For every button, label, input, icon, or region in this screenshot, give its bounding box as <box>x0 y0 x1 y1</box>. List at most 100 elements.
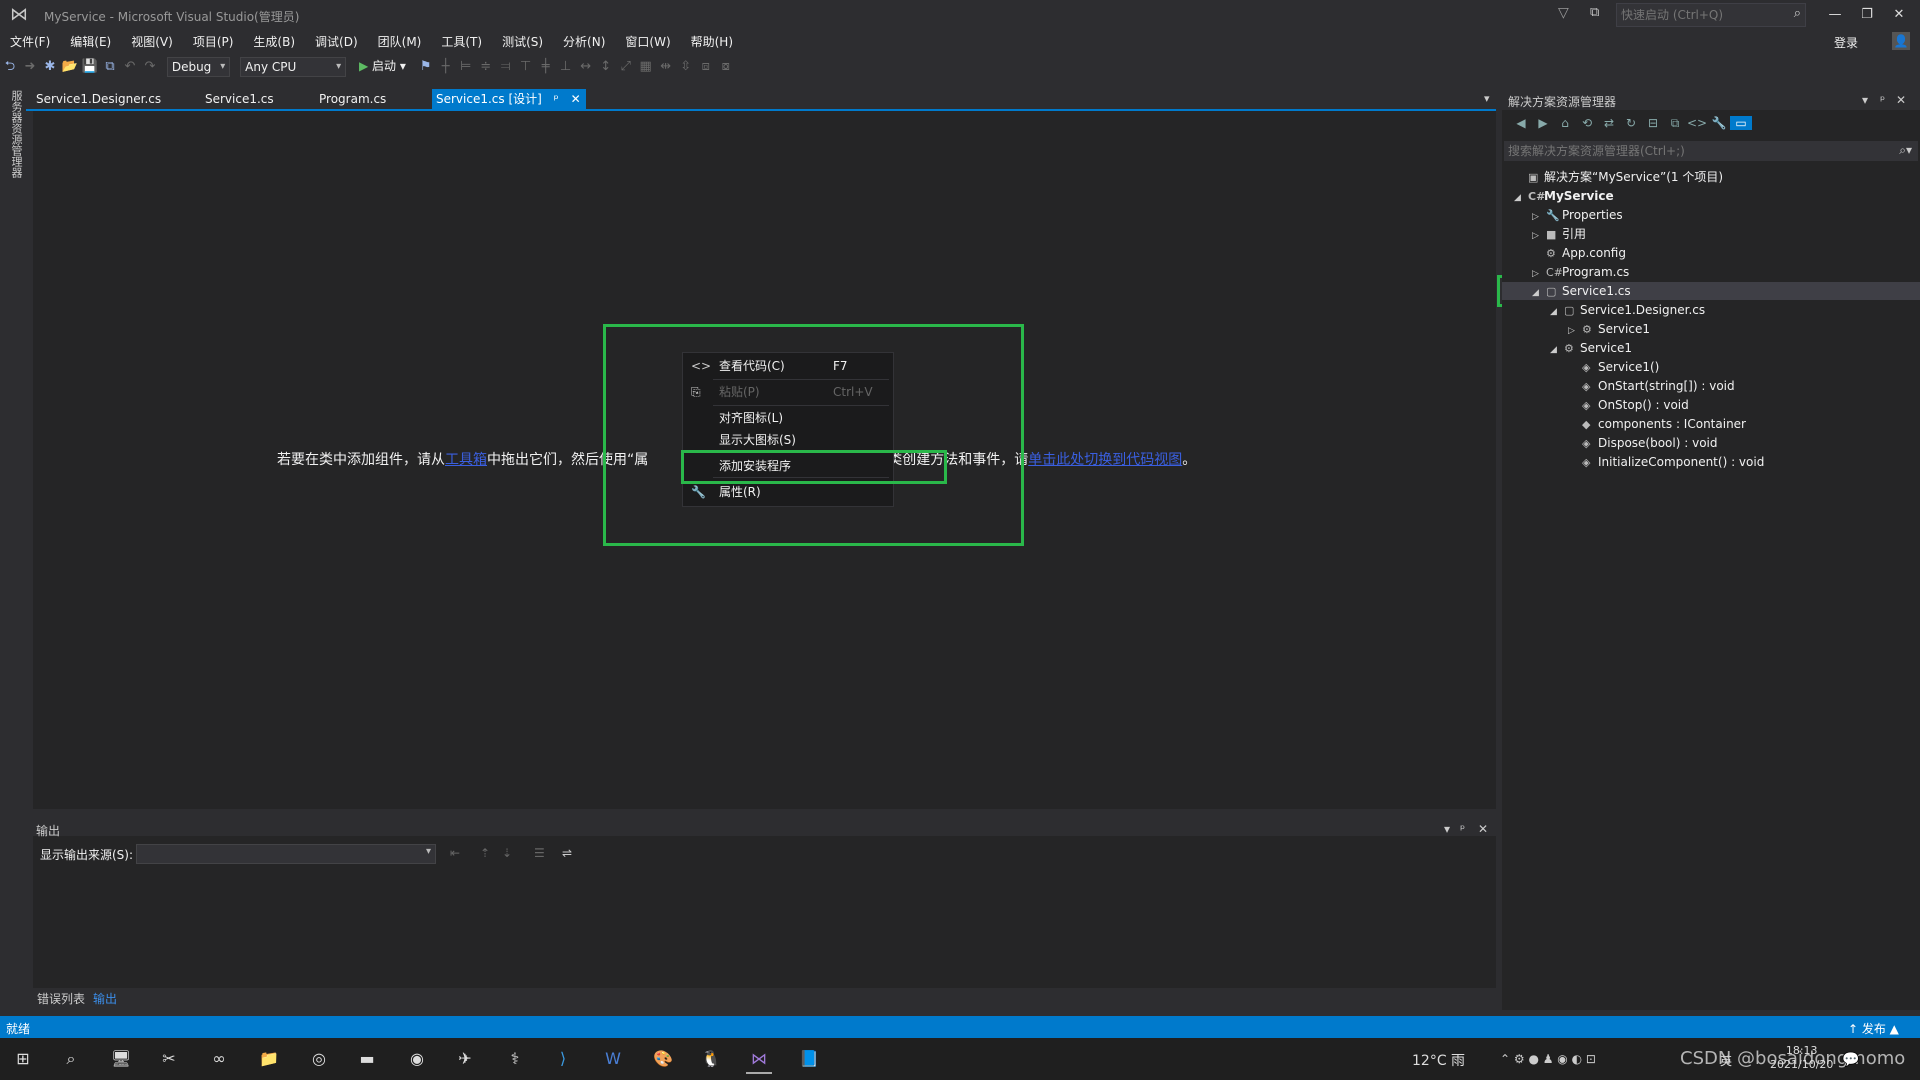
toolbox-link[interactable]: 工具箱 <box>445 452 487 468</box>
menu-build[interactable]: 生成(B) <box>243 32 305 52</box>
next-message-icon[interactable]: ⇣ <box>502 846 512 860</box>
bring-to-front-icon[interactable]: ⧈ <box>696 56 716 78</box>
output-close-icon[interactable]: ✕ <box>1478 822 1488 836</box>
expand-arrow-icon[interactable]: ▷ <box>1568 322 1582 340</box>
navigate-forward-icon[interactable]: ➜ <box>20 56 40 78</box>
expand-arrow-icon[interactable]: ◢ <box>1550 341 1564 359</box>
tree-item[interactable]: ◈ OnStop() : void <box>1568 396 1689 414</box>
find-message-icon[interactable]: ⇤ <box>450 846 460 860</box>
output-pin-icon[interactable]: ᵖ <box>1460 822 1465 836</box>
tree-item[interactable]: ◈ Service1() <box>1568 358 1659 376</box>
visual-studio-taskbar-icon[interactable]: ⋈ <box>746 1046 772 1074</box>
close-window-button[interactable]: ✕ <box>1884 4 1914 26</box>
word-icon[interactable]: W <box>600 1046 626 1072</box>
tree-item[interactable]: ▷ 🔧 Properties <box>1532 206 1623 224</box>
browser-icon[interactable]: ◉ <box>404 1046 430 1072</box>
expand-arrow-icon[interactable]: ▷ <box>1532 227 1546 245</box>
close-tab-icon[interactable]: ✕ <box>571 92 581 106</box>
sol-dropdown-icon[interactable]: ▾ <box>1862 93 1868 107</box>
tab-overflow-dropdown-icon[interactable]: ▾ <box>1484 92 1490 105</box>
tree-item[interactable]: ◈ Dispose(bool) : void <box>1568 434 1717 452</box>
make-same-size-icon[interactable]: ⤢ <box>616 56 636 78</box>
clear-all-icon[interactable]: ☰ <box>534 846 545 860</box>
properties-icon[interactable]: 🔧 <box>1708 116 1730 130</box>
menu-project[interactable]: 项目(P) <box>183 32 244 52</box>
tree-item[interactable]: ◢ ▢ Service1.Designer.cs <box>1550 301 1705 319</box>
expand-arrow-icon[interactable]: ◢ <box>1550 303 1564 321</box>
output-dropdown-icon[interactable]: ▾ <box>1444 822 1450 836</box>
clock[interactable]: 18:13 2021/10/20 <box>1770 1044 1833 1072</box>
menu-edit[interactable]: 编辑(E) <box>60 32 121 52</box>
notification-icon[interactable]: 💬 <box>1842 1052 1859 1068</box>
chrome-icon[interactable]: ◎ <box>306 1046 332 1072</box>
forward-icon[interactable]: ▶ <box>1532 116 1554 130</box>
start-debug-button[interactable]: ▶ 启动 ▾ <box>359 57 406 74</box>
toggle-word-wrap-icon[interactable]: ⇌ <box>562 846 572 860</box>
solution-search-input[interactable] <box>1504 141 1880 161</box>
menu-analyze[interactable]: 分析(N) <box>553 32 615 52</box>
sol-close-icon[interactable]: ✕ <box>1896 93 1906 107</box>
expand-arrow-icon[interactable]: ◢ <box>1532 284 1546 302</box>
file-explorer-icon[interactable]: 📁 <box>256 1046 282 1072</box>
search-icon[interactable]: ⌕ <box>58 1046 84 1072</box>
tree-item[interactable]: ▷ C#Program.cs <box>1532 263 1629 281</box>
pin-icon[interactable]: ᵖ <box>554 92 559 106</box>
app-notebook-icon[interactable]: 📘 <box>796 1046 822 1072</box>
menu-team[interactable]: 团队(M) <box>368 32 432 52</box>
menu-view[interactable]: 视图(V) <box>121 32 183 52</box>
open-file-icon[interactable]: 📂 <box>60 56 80 78</box>
expand-arrow-icon[interactable]: ▷ <box>1532 265 1546 283</box>
quick-launch-input[interactable] <box>1617 4 1773 26</box>
feedback-icon[interactable]: ⧉ <box>1590 5 1599 20</box>
refresh-icon[interactable]: ↻ <box>1620 116 1642 130</box>
login-link[interactable]: 登录 <box>1834 34 1858 51</box>
collapse-all-icon[interactable]: ⊟ <box>1642 116 1664 130</box>
tree-item[interactable]: ▣ 解决方案“MyService”(1 个项目) <box>1514 168 1723 186</box>
align-middle-icon[interactable]: ╪ <box>536 56 556 78</box>
tree-item[interactable]: ◈ InitializeComponent() : void <box>1568 453 1764 471</box>
tree-item[interactable]: ◈ OnStart(string[]) : void <box>1568 377 1735 395</box>
tab-service1-cs[interactable]: Service1.cs <box>205 89 274 109</box>
navigate-back-icon[interactable]: ⮌ <box>0 56 20 78</box>
view-code-icon[interactable]: <> <box>1686 116 1708 130</box>
preview-icon[interactable]: ▭ <box>1730 116 1752 130</box>
tab-error-list[interactable]: 错误列表 <box>33 990 89 1008</box>
sol-pin-icon[interactable]: ᵖ <box>1880 93 1885 107</box>
output-source-select[interactable] <box>136 844 436 864</box>
tree-item[interactable]: ▷ ■ 引用 <box>1532 225 1586 243</box>
menu-file[interactable]: 文件(F) <box>0 32 60 52</box>
tab-service1-design[interactable]: Service1.cs [设计] ᵖ ✕ <box>432 89 586 109</box>
minimize-button[interactable]: — <box>1820 4 1850 26</box>
tree-item[interactable]: ◢ C#MyService <box>1514 187 1614 205</box>
quick-launch-box[interactable]: ⌕ <box>1616 3 1806 27</box>
terminal-icon[interactable]: ▬ <box>354 1046 380 1072</box>
search-icon[interactable]: ⌕ <box>1794 6 1801 21</box>
menu-test[interactable]: 测试(S) <box>492 32 553 52</box>
align-left-icon[interactable]: ⊨ <box>456 56 476 78</box>
save-all-icon[interactable]: ⧉ <box>100 56 120 78</box>
tab-output[interactable]: 输出 <box>89 990 121 1008</box>
align-bottom-icon[interactable]: ⊥ <box>556 56 576 78</box>
configuration-select[interactable]: Debug <box>166 56 231 77</box>
publish-button[interactable]: ↑ 发布 ▲ <box>1848 1020 1899 1037</box>
align-right-icon[interactable]: ⫤ <box>496 56 516 78</box>
solution-search-box[interactable]: ⌕▾ <box>1504 141 1918 161</box>
home-icon[interactable]: ⌂ <box>1554 116 1576 130</box>
app-computer-icon[interactable]: 🖥 <box>108 1046 134 1072</box>
tab-program-cs[interactable]: Program.cs <box>319 89 386 109</box>
tab-service1-designer-cs[interactable]: Service1.Designer.cs <box>36 89 161 109</box>
send-to-back-icon[interactable]: ⧇ <box>716 56 736 78</box>
windows-start-icon[interactable]: ⊞ <box>10 1046 36 1072</box>
align-top-icon[interactable]: ⊤ <box>516 56 536 78</box>
sync-icon[interactable]: ⇄ <box>1598 116 1620 130</box>
menu-debug[interactable]: 调试(D) <box>305 32 368 52</box>
tree-item[interactable]: ▷ ⚙ Service1 <box>1568 320 1650 338</box>
server-explorer-tab[interactable]: 服务器资源管理器 <box>10 90 24 178</box>
weather-widget[interactable]: 12°C 雨 <box>1412 1050 1465 1070</box>
account-icon[interactable]: 👤 <box>1892 32 1910 50</box>
qq-icon[interactable]: 🐧 <box>698 1046 724 1072</box>
expand-arrow-icon[interactable]: ▷ <box>1532 208 1546 226</box>
notifications-filter-icon[interactable]: ▽ <box>1558 5 1569 21</box>
expand-arrow-icon[interactable]: ◢ <box>1514 189 1528 207</box>
app-tools-icon[interactable]: ✂ <box>156 1046 182 1072</box>
